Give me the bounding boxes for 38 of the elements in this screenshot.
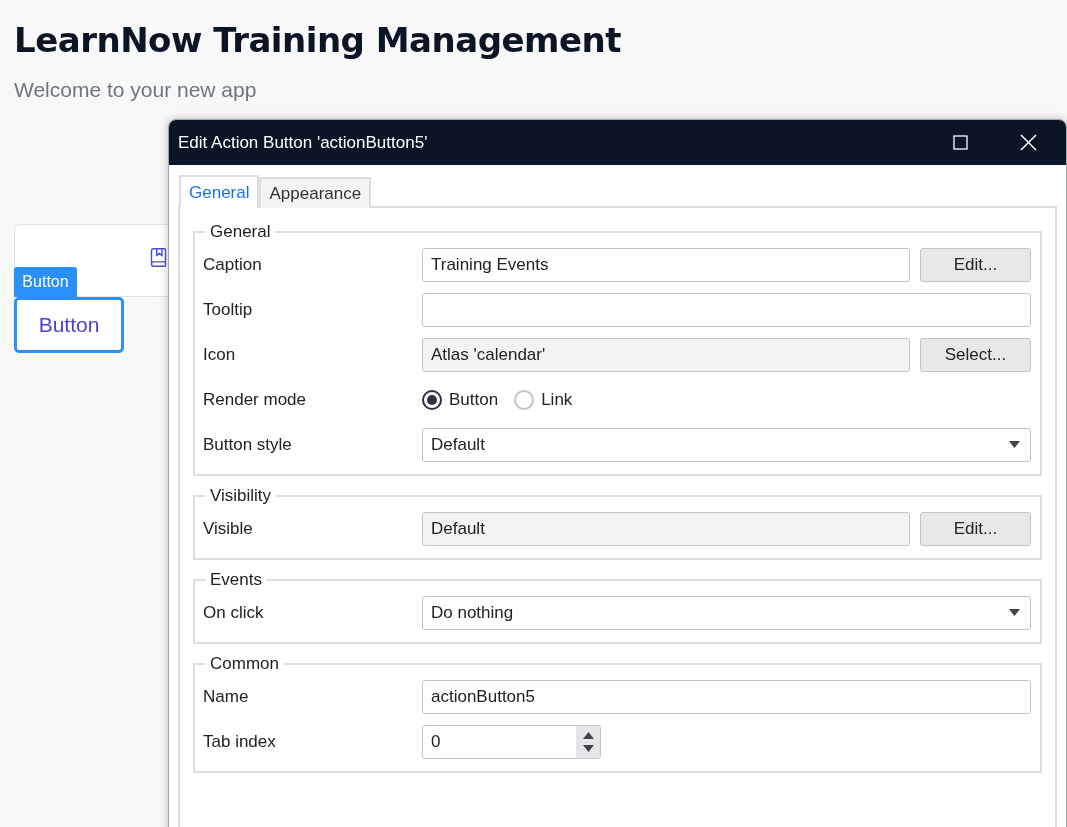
readonly-field[interactable]: Atlas 'calendar' [422,337,910,372]
field-button[interactable]: Edit... [920,247,1031,282]
page-title: LearnNow Training Management [14,19,623,62]
field-button[interactable]: Select... [920,337,1031,372]
field-label: On click [203,602,265,623]
field-button[interactable]: Edit... [920,511,1031,546]
tab[interactable]: Appearance [259,177,372,208]
dialog-title: Edit Action Button 'actionButton5' [178,132,429,153]
up-arrow-icon[interactable] [582,731,594,739]
group-title: Visibility [209,486,273,506]
down-arrow-icon[interactable] [582,744,594,752]
group-title: Common [209,654,280,674]
field-label: Tab index [203,731,277,752]
dropdown[interactable]: Default [422,427,1031,462]
input-field[interactable]: actionButton5 [422,679,1031,714]
field-label: Render mode [203,389,307,410]
field-label: Tooltip [203,299,254,320]
input-field[interactable]: Training Events [422,247,910,282]
radio-option[interactable]: Link [514,389,573,410]
group-title: Events [209,570,263,590]
selected-button[interactable]: Button [14,297,124,353]
tab[interactable]: General [179,175,260,208]
field-label: Caption [203,254,263,275]
field-label: Button style [203,434,293,455]
radio-option[interactable]: Button [422,389,499,410]
book-icon [148,247,169,268]
readonly-field[interactable]: Default [422,511,910,546]
dropdown[interactable]: Do nothing [422,595,1031,630]
field-label: Icon [203,344,237,365]
group-title: General [209,222,272,242]
number-field[interactable]: 0 [422,724,601,759]
field-label: Name [203,686,250,707]
field-label: Visible [203,518,254,539]
input-field[interactable] [422,292,1031,327]
page-subtitle: Welcome to your new app [14,78,258,102]
caret-icon [1009,609,1020,616]
widget-tag: Button [14,267,77,297]
caret-icon [1009,441,1020,448]
